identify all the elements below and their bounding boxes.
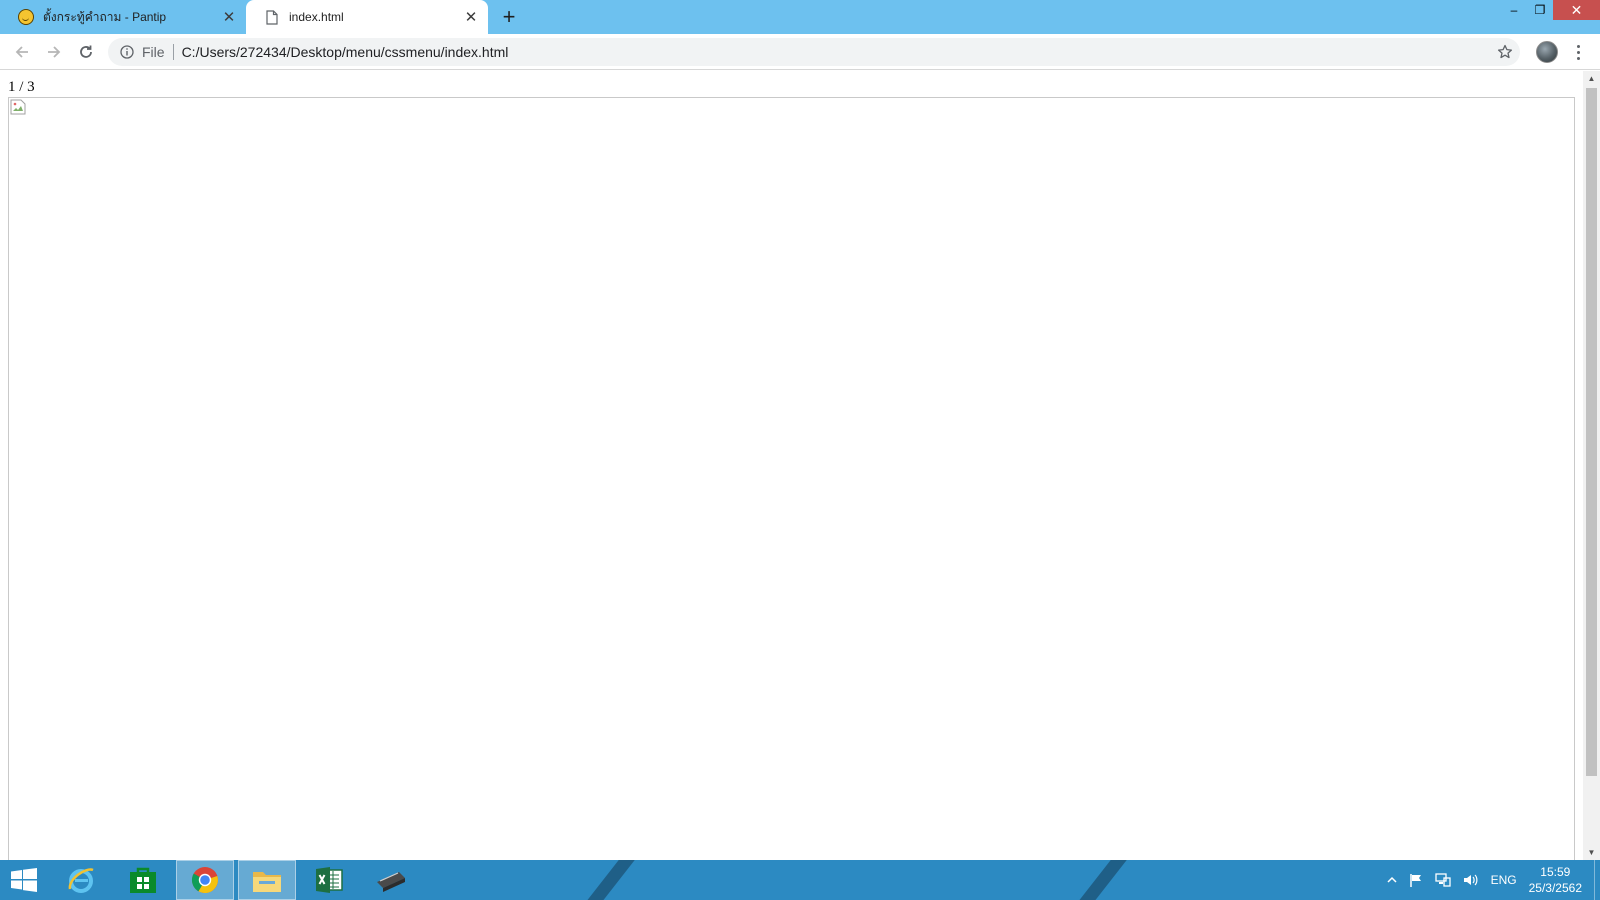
page-scrollbar[interactable]: ▲ ▼ [1583,71,1600,860]
restore-button[interactable]: ❐ [1527,0,1553,20]
input-language-indicator[interactable]: ENG [1491,873,1517,887]
scroll-down-arrow-icon[interactable]: ▼ [1583,845,1600,860]
forward-button[interactable] [40,38,68,66]
scroll-up-arrow-icon[interactable]: ▲ [1583,71,1600,86]
pantip-smiley-icon [18,9,34,25]
file-explorer-icon[interactable] [238,860,296,900]
minimize-button[interactable]: – [1501,0,1527,20]
chrome-icon[interactable] [176,860,234,900]
document-icon [264,8,280,26]
address-separator [172,44,174,60]
taskbar-decoration [1068,860,1132,900]
profile-avatar[interactable] [1536,41,1558,63]
windows-start-icon[interactable] [8,868,40,892]
windows-taskbar: ENG 15:59 25/3/2562 [0,860,1600,900]
scrollbar-thumb[interactable] [1586,88,1597,776]
taskbar-decoration [576,860,640,900]
info-icon[interactable] [112,45,142,59]
menu-dot [1576,44,1580,48]
show-hidden-icons-icon[interactable] [1387,876,1397,884]
forward-arrow-icon [48,46,61,58]
clock-date: 25/3/2562 [1528,881,1582,895]
slideshow-container [8,97,1575,867]
reload-button[interactable] [72,38,100,66]
back-button[interactable] [8,38,36,66]
network-icon[interactable] [1434,873,1451,887]
scheme-label: File [142,44,165,60]
screen: ตั้งกระทู้คำถาม - Pantip ✕ index.html ✕ … [0,0,1600,900]
window-controls: – ❐ ✕ [1501,0,1600,20]
taskbar-clock[interactable]: 15:59 25/3/2562 [1529,864,1582,896]
slide-counter: 1 / 3 [8,79,35,95]
address-bar[interactable]: File C:/Users/272434/Desktop/menu/cssmen… [108,38,1520,66]
browser-tabstrip: ตั้งกระทู้คำถาม - Pantip ✕ index.html ✕ … [0,0,1600,34]
reload-icon [80,45,92,58]
new-tab-button[interactable]: + [496,4,522,30]
browser-menu-button[interactable] [1568,42,1588,62]
menu-dot [1576,50,1580,54]
back-arrow-icon [15,46,28,58]
page-viewport: 1 / 3 [0,71,1583,867]
menu-dot [1576,56,1580,60]
action-center-flag-icon[interactable] [1409,873,1423,887]
windows-store-icon[interactable] [114,860,172,900]
show-desktop-button[interactable] [1594,860,1600,900]
broken-image-icon [10,99,26,115]
internet-explorer-icon[interactable] [52,860,110,900]
excel-icon[interactable] [300,860,358,900]
tab-pantip[interactable]: ตั้งกระทู้คำถาม - Pantip ✕ [0,0,246,34]
close-window-button[interactable]: ✕ [1553,0,1600,20]
tab-close-icon[interactable]: ✕ [458,0,484,34]
tab-close-icon[interactable]: ✕ [216,0,242,34]
url-text[interactable]: C:/Users/272434/Desktop/menu/cssmenu/ind… [182,44,1490,60]
system-tray: ENG 15:59 25/3/2562 [1381,860,1600,900]
clock-time: 15:59 [1540,865,1571,879]
scanner-icon[interactable] [362,860,420,900]
bookmark-star-icon[interactable] [1490,44,1520,60]
tab-title: index.html [289,10,344,24]
tab-index-html[interactable]: index.html ✕ [246,0,488,34]
tab-title: ตั้งกระทู้คำถาม - Pantip [43,9,167,24]
browser-toolbar: File C:/Users/272434/Desktop/menu/cssmen… [0,34,1600,70]
volume-icon[interactable] [1463,873,1479,887]
